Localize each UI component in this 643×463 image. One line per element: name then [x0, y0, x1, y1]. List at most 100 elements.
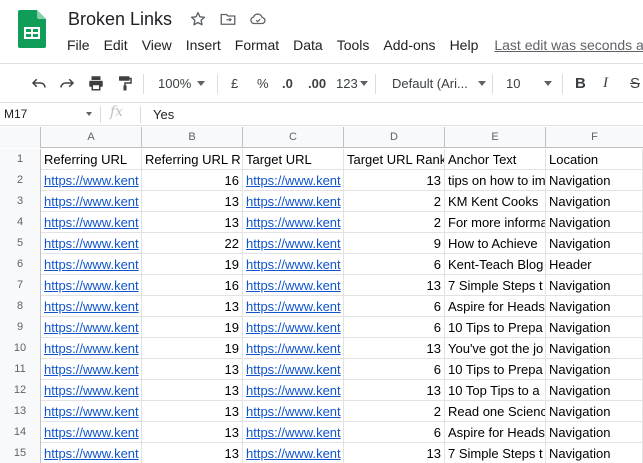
cell-E2[interactable]: tips on how to im: [445, 170, 546, 191]
cell-D6[interactable]: 6: [344, 254, 445, 275]
cell-D4[interactable]: 2: [344, 212, 445, 233]
cell-A11[interactable]: https://www.kent: [41, 359, 142, 380]
menu-data[interactable]: Data: [293, 37, 323, 53]
column-header-d[interactable]: D: [344, 127, 445, 148]
cell-D7[interactable]: 13: [344, 275, 445, 296]
redo-icon[interactable]: [58, 64, 76, 102]
cell-E14[interactable]: Aspire for Heads: [445, 422, 546, 443]
cell-F4[interactable]: Navigation: [546, 212, 643, 233]
cell-C12[interactable]: https://www.kent: [243, 380, 344, 401]
cell-E13[interactable]: Read one Scienc: [445, 401, 546, 422]
cell-D2[interactable]: 13: [344, 170, 445, 191]
menu-tools[interactable]: Tools: [337, 37, 370, 53]
undo-icon[interactable]: [30, 64, 48, 102]
row-header[interactable]: 4: [0, 212, 41, 233]
row-header[interactable]: 9: [0, 317, 41, 338]
cell-B1[interactable]: Referring URL R: [142, 149, 243, 170]
select-all-corner[interactable]: [0, 127, 41, 148]
cell-F12[interactable]: Navigation: [546, 380, 643, 401]
cloud-status-icon[interactable]: [248, 9, 268, 29]
row-header[interactable]: 10: [0, 338, 41, 359]
cell-D5[interactable]: 9: [344, 233, 445, 254]
cell-F7[interactable]: Navigation: [546, 275, 643, 296]
cell-E11[interactable]: 10 Tips to Prepa: [445, 359, 546, 380]
last-edit-link[interactable]: Last edit was seconds ago: [494, 37, 643, 53]
cell-B12[interactable]: 13: [142, 380, 243, 401]
cell-F8[interactable]: Navigation: [546, 296, 643, 317]
cell-E7[interactable]: 7 Simple Steps t: [445, 275, 546, 296]
menu-format[interactable]: Format: [235, 37, 279, 53]
row-header[interactable]: 14: [0, 422, 41, 443]
cell-F9[interactable]: Navigation: [546, 317, 643, 338]
cell-B5[interactable]: 22: [142, 233, 243, 254]
cell-E6[interactable]: Kent-Teach Blog: [445, 254, 546, 275]
cell-D15[interactable]: 13: [344, 443, 445, 463]
row-header[interactable]: 12: [0, 380, 41, 401]
cell-C1[interactable]: Target URL: [243, 149, 344, 170]
cell-D8[interactable]: 6: [344, 296, 445, 317]
row-header[interactable]: 11: [0, 359, 41, 380]
cell-C9[interactable]: https://www.kent: [243, 317, 344, 338]
cell-B11[interactable]: 13: [142, 359, 243, 380]
cell-D11[interactable]: 6: [344, 359, 445, 380]
column-header-e[interactable]: E: [445, 127, 546, 148]
menu-view[interactable]: View: [142, 37, 172, 53]
cell-D10[interactable]: 13: [344, 338, 445, 359]
italic-button[interactable]: I: [603, 64, 608, 102]
cell-F14[interactable]: Navigation: [546, 422, 643, 443]
cell-B2[interactable]: 16: [142, 170, 243, 191]
cell-A1[interactable]: Referring URL: [41, 149, 142, 170]
font-family-select[interactable]: Default (Ari...: [392, 64, 486, 102]
cell-C8[interactable]: https://www.kent: [243, 296, 344, 317]
cell-F11[interactable]: Navigation: [546, 359, 643, 380]
cell-E1[interactable]: Anchor Text: [445, 149, 546, 170]
cell-C5[interactable]: https://www.kent: [243, 233, 344, 254]
increase-decimal-button[interactable]: .00: [308, 64, 326, 102]
cell-C10[interactable]: https://www.kent: [243, 338, 344, 359]
cell-C3[interactable]: https://www.kent: [243, 191, 344, 212]
cell-D3[interactable]: 2: [344, 191, 445, 212]
cell-B4[interactable]: 13: [142, 212, 243, 233]
cell-E4[interactable]: For more informa: [445, 212, 546, 233]
cell-C7[interactable]: https://www.kent: [243, 275, 344, 296]
cell-F1[interactable]: Location: [546, 149, 643, 170]
cell-D14[interactable]: 6: [344, 422, 445, 443]
zoom-select[interactable]: 100%: [158, 64, 206, 102]
cell-D9[interactable]: 6: [344, 317, 445, 338]
row-header[interactable]: 6: [0, 254, 41, 275]
print-icon[interactable]: [87, 64, 105, 102]
cell-C2[interactable]: https://www.kent: [243, 170, 344, 191]
cell-D12[interactable]: 13: [344, 380, 445, 401]
cell-E8[interactable]: Aspire for Heads: [445, 296, 546, 317]
cell-A12[interactable]: https://www.kent: [41, 380, 142, 401]
cell-D13[interactable]: 2: [344, 401, 445, 422]
cell-B8[interactable]: 13: [142, 296, 243, 317]
cell-E5[interactable]: How to Achieve: [445, 233, 546, 254]
cell-C4[interactable]: https://www.kent: [243, 212, 344, 233]
cell-A9[interactable]: https://www.kent: [41, 317, 142, 338]
cell-C15[interactable]: https://www.kent: [243, 443, 344, 463]
cell-C11[interactable]: https://www.kent: [243, 359, 344, 380]
cell-F3[interactable]: Navigation: [546, 191, 643, 212]
cell-F5[interactable]: Navigation: [546, 233, 643, 254]
menu-insert[interactable]: Insert: [186, 37, 221, 53]
cell-C13[interactable]: https://www.kent: [243, 401, 344, 422]
cell-E9[interactable]: 10 Tips to Prepa: [445, 317, 546, 338]
cell-A6[interactable]: https://www.kent: [41, 254, 142, 275]
menu-edit[interactable]: Edit: [104, 37, 128, 53]
cell-F10[interactable]: Navigation: [546, 338, 643, 359]
move-to-folder-icon[interactable]: [218, 9, 238, 29]
cell-A8[interactable]: https://www.kent: [41, 296, 142, 317]
more-formats-select[interactable]: 123: [336, 64, 368, 102]
cell-F2[interactable]: Navigation: [546, 170, 643, 191]
cell-C14[interactable]: https://www.kent: [243, 422, 344, 443]
cell-B10[interactable]: 19: [142, 338, 243, 359]
row-header[interactable]: 15: [0, 443, 41, 463]
cell-A2[interactable]: https://www.kent: [41, 170, 142, 191]
cell-A15[interactable]: https://www.kent: [41, 443, 142, 463]
menu-file[interactable]: File: [67, 37, 90, 53]
cell-E3[interactable]: KM Kent Cooks: [445, 191, 546, 212]
bold-button[interactable]: B: [575, 64, 586, 102]
row-header[interactable]: 13: [0, 401, 41, 422]
formula-input[interactable]: Yes: [153, 103, 174, 126]
